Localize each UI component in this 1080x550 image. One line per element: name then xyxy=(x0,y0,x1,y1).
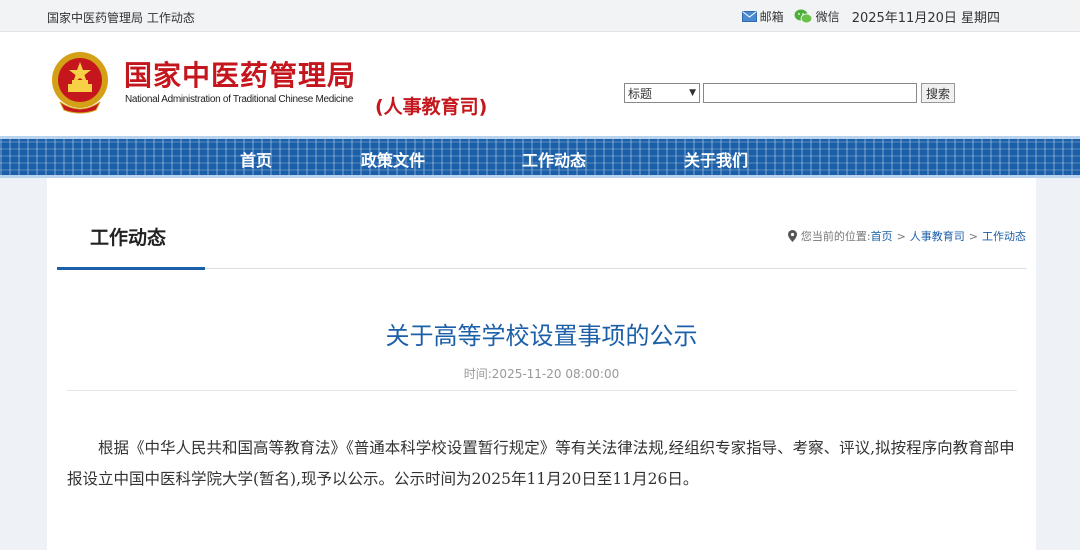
location-pin-icon xyxy=(787,230,797,242)
site-logo-english: National Administration of Traditional C… xyxy=(125,94,354,105)
section-active-underline xyxy=(57,267,205,270)
section-title: 工作动态 xyxy=(90,227,167,249)
mail-link[interactable]: 邮箱 xyxy=(741,8,784,25)
site-breadcrumb: 国家中医药管理局 工作动态 xyxy=(47,11,195,25)
article-divider xyxy=(67,390,1017,391)
location-label: 您当前的位置: xyxy=(800,230,871,243)
current-date: 2025年11月20日 星期四 xyxy=(851,11,1000,26)
wechat-link[interactable]: 微信 xyxy=(794,8,840,25)
top-bar-links: 邮箱 微信 2025年11月20日 星期四 xyxy=(732,7,1000,26)
site-header: 国家中医药管理局 National Administration of Trad… xyxy=(0,32,1080,136)
chevron-down-icon: ▼ xyxy=(689,88,696,98)
mail-icon xyxy=(741,11,757,22)
location-link-department[interactable]: 人事教育司 xyxy=(910,228,965,244)
search-type-select[interactable]: 标题 ▼ xyxy=(624,83,700,103)
article-body: 根据《中华人民共和国高等教育法》《普通本科学校设置暂行规定》等有关法律法规,经组… xyxy=(67,439,1015,488)
content-card: 工作动态 您当前的位置: 首页 > 人事教育司 > 工作动态 关于高等学校设置事… xyxy=(47,178,1036,550)
wechat-label: 微信 xyxy=(815,10,840,24)
site-logo-text[interactable]: 国家中医药管理局 xyxy=(124,54,356,94)
nav-item-home[interactable]: 首页 xyxy=(240,147,272,171)
article-time: 时间:2025-11-20 08:00:00 xyxy=(463,367,620,381)
search-button[interactable]: 搜索 xyxy=(921,83,955,103)
article-title: 关于高等学校设置事项的公示 xyxy=(385,322,698,350)
location-breadcrumb: 您当前的位置: 首页 > 人事教育司 > 工作动态 xyxy=(787,228,1026,244)
location-link-work-news[interactable]: 工作动态 xyxy=(982,228,1026,244)
nav-item-about-us[interactable]: 关于我们 xyxy=(684,147,748,171)
location-link-home[interactable]: 首页 xyxy=(871,228,893,244)
department-name: (人事教育司) xyxy=(375,96,488,118)
search-input[interactable] xyxy=(703,83,917,103)
search-type-value: 标题 xyxy=(628,86,653,101)
main-nav: 首页 政策文件 工作动态 关于我们 xyxy=(0,136,1080,178)
mail-label: 邮箱 xyxy=(759,10,784,24)
breadcrumb-separator: > xyxy=(968,229,978,243)
breadcrumb-separator: > xyxy=(896,229,906,243)
national-emblem-icon xyxy=(52,52,108,114)
nav-item-policy-documents[interactable]: 政策文件 xyxy=(361,147,425,171)
wechat-icon xyxy=(794,9,813,24)
nav-item-work-news[interactable]: 工作动态 xyxy=(522,147,586,171)
top-bar: 国家中医药管理局 工作动态 邮箱 微信 2025年11月20日 星期四 xyxy=(0,0,1080,32)
